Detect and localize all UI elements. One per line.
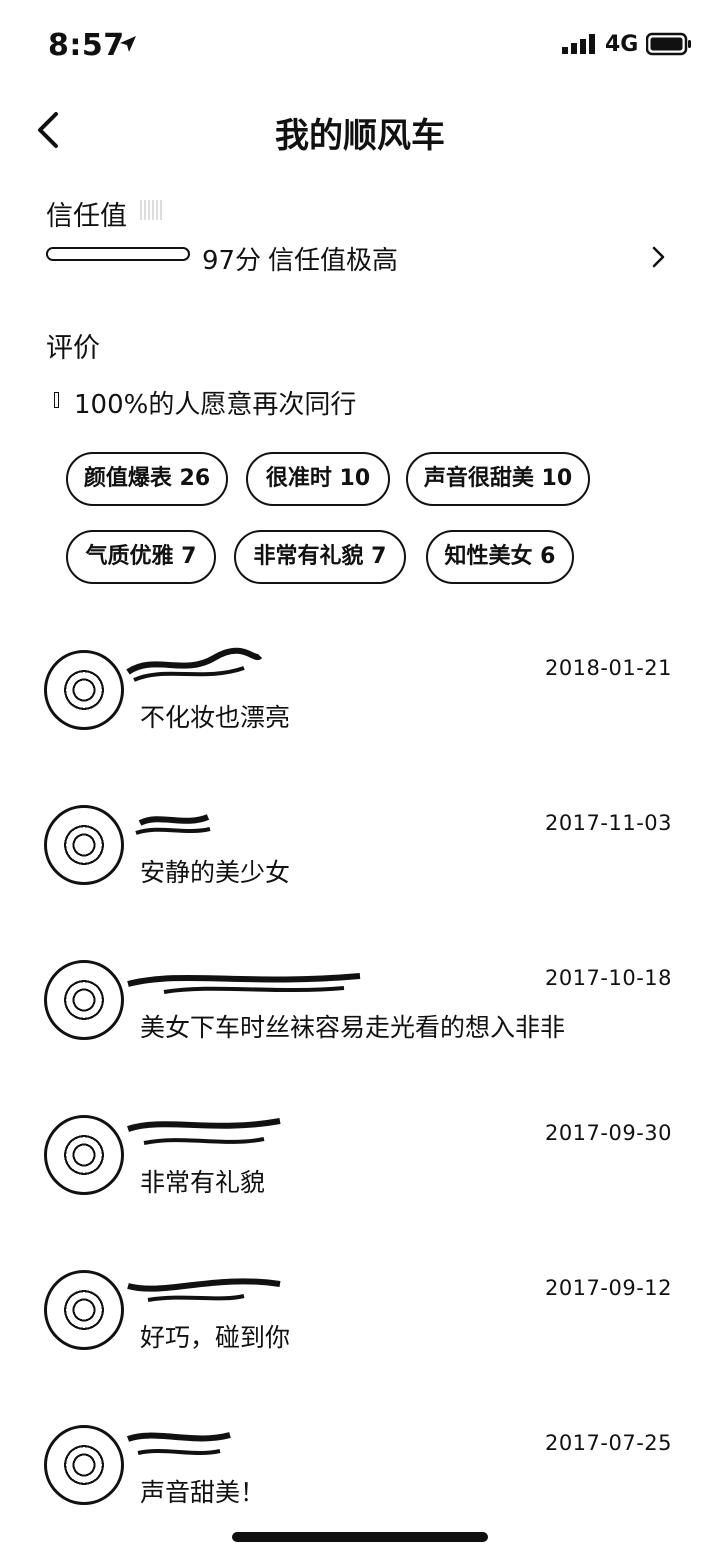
review-tag[interactable]: 颜值爆表 26 bbox=[66, 452, 228, 506]
review-tag[interactable]: 声音很甜美 10 bbox=[406, 452, 590, 506]
trust-progress-fill bbox=[48, 249, 184, 259]
comment-text: 好巧，碰到你 bbox=[140, 1323, 291, 1352]
avatar bbox=[44, 650, 124, 730]
network-type: 4G bbox=[605, 32, 639, 57]
comment-date: 2017-09-12 bbox=[544, 1276, 672, 1300]
review-tag[interactable]: 很准时 10 bbox=[246, 452, 390, 506]
home-indicator[interactable] bbox=[232, 1532, 488, 1542]
comment-date: 2017-09-30 bbox=[544, 1121, 672, 1145]
comment-text: 非常有礼貌 bbox=[140, 1168, 266, 1197]
comment-date: 2018-01-21 bbox=[544, 656, 672, 680]
cellular-signal-icon bbox=[562, 34, 595, 54]
comment-text: 安静的美少女 bbox=[140, 858, 291, 887]
location-arrow-icon bbox=[120, 36, 136, 52]
comment-item: 2017-11-03 安静的美少女 bbox=[0, 795, 720, 925]
trust-progress-bar bbox=[46, 247, 190, 261]
battery-icon bbox=[646, 32, 691, 56]
comment-item: 2018-01-21 不化妆也漂亮 bbox=[0, 640, 720, 770]
avatar bbox=[44, 960, 124, 1040]
review-tag[interactable]: 气质优雅 7 bbox=[66, 530, 216, 584]
willing-again-text: 100%的人愿意再次同行 bbox=[74, 390, 357, 420]
comment-item: 2017-07-25 声音甜美！ bbox=[0, 1415, 720, 1545]
redacted-username bbox=[127, 1278, 281, 1302]
avatar bbox=[44, 1115, 124, 1195]
trust-score-row[interactable]: 97分 信任值极高 bbox=[46, 236, 686, 280]
avatar bbox=[44, 805, 124, 885]
comment-item: 2017-09-30 非常有礼貌 bbox=[0, 1105, 720, 1235]
avatar bbox=[44, 1425, 124, 1505]
comment-text: 不化妆也漂亮 bbox=[140, 703, 291, 732]
willing-marker bbox=[54, 392, 59, 408]
redacted-mark bbox=[140, 200, 164, 220]
redacted-username bbox=[127, 973, 361, 994]
redacted-username bbox=[127, 1118, 281, 1145]
review-tag[interactable]: 知性美女 6 bbox=[426, 530, 574, 584]
review-section-title: 评价 bbox=[46, 333, 100, 364]
comment-text: 美女下车时丝袜容易走光看的想入非非 bbox=[140, 1013, 566, 1042]
trust-score: 97分 bbox=[202, 246, 262, 276]
nav-bar: 我的顺风车 bbox=[0, 90, 720, 170]
comment-date: 2017-11-03 bbox=[544, 811, 672, 835]
comment-item: 2017-10-18 美女下车时丝袜容易走光看的想入非非 bbox=[0, 950, 720, 1080]
trust-level: 信任值极高 bbox=[268, 246, 399, 276]
page-title: 我的顺风车 bbox=[275, 116, 445, 156]
chevron-right-icon bbox=[652, 246, 665, 268]
comment-date: 2017-07-25 bbox=[544, 1431, 672, 1455]
comment-date: 2017-10-18 bbox=[544, 966, 672, 990]
review-tag[interactable]: 非常有礼貌 7 bbox=[234, 530, 406, 584]
comment-item: 2017-09-12 好巧，碰到你 bbox=[0, 1260, 720, 1390]
comment-text: 声音甜美！ bbox=[140, 1478, 266, 1507]
trust-label: 信任值 bbox=[46, 201, 127, 232]
redacted-username bbox=[126, 647, 263, 682]
status-bar: 8:57 4G bbox=[0, 0, 720, 88]
redacted-username bbox=[126, 1432, 231, 1455]
redacted-username bbox=[135, 814, 211, 835]
avatar bbox=[44, 1270, 124, 1350]
status-time: 8:57 bbox=[48, 28, 125, 63]
